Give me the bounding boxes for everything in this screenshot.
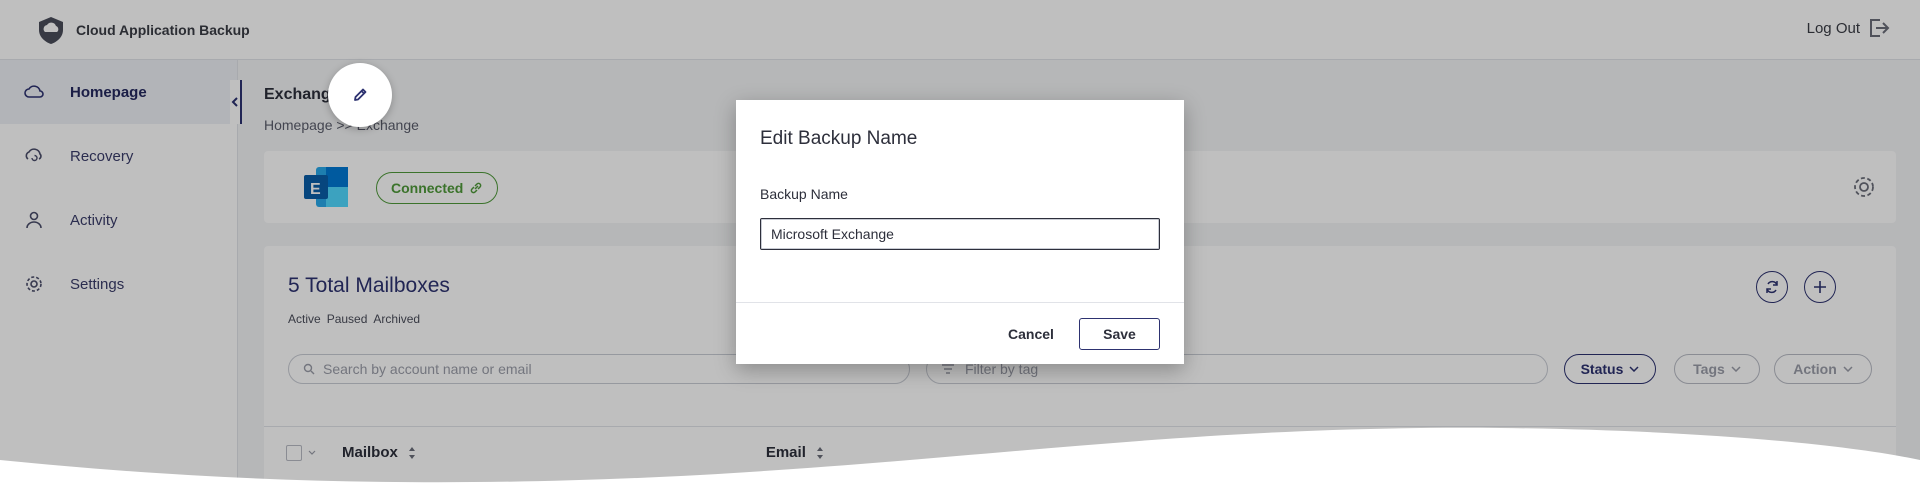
save-button[interactable]: Save xyxy=(1079,318,1160,350)
decorative-wave xyxy=(0,427,1920,487)
edit-name-button[interactable] xyxy=(328,63,392,127)
pencil-icon xyxy=(354,88,367,101)
dialog-divider xyxy=(736,302,1184,303)
cancel-button[interactable]: Cancel xyxy=(998,318,1064,350)
backup-name-label: Backup Name xyxy=(760,186,848,202)
edit-backup-name-dialog: Edit Backup Name Backup Name Cancel Save xyxy=(736,100,1184,364)
backup-name-input[interactable] xyxy=(760,218,1160,250)
dialog-title: Edit Backup Name xyxy=(760,128,918,149)
